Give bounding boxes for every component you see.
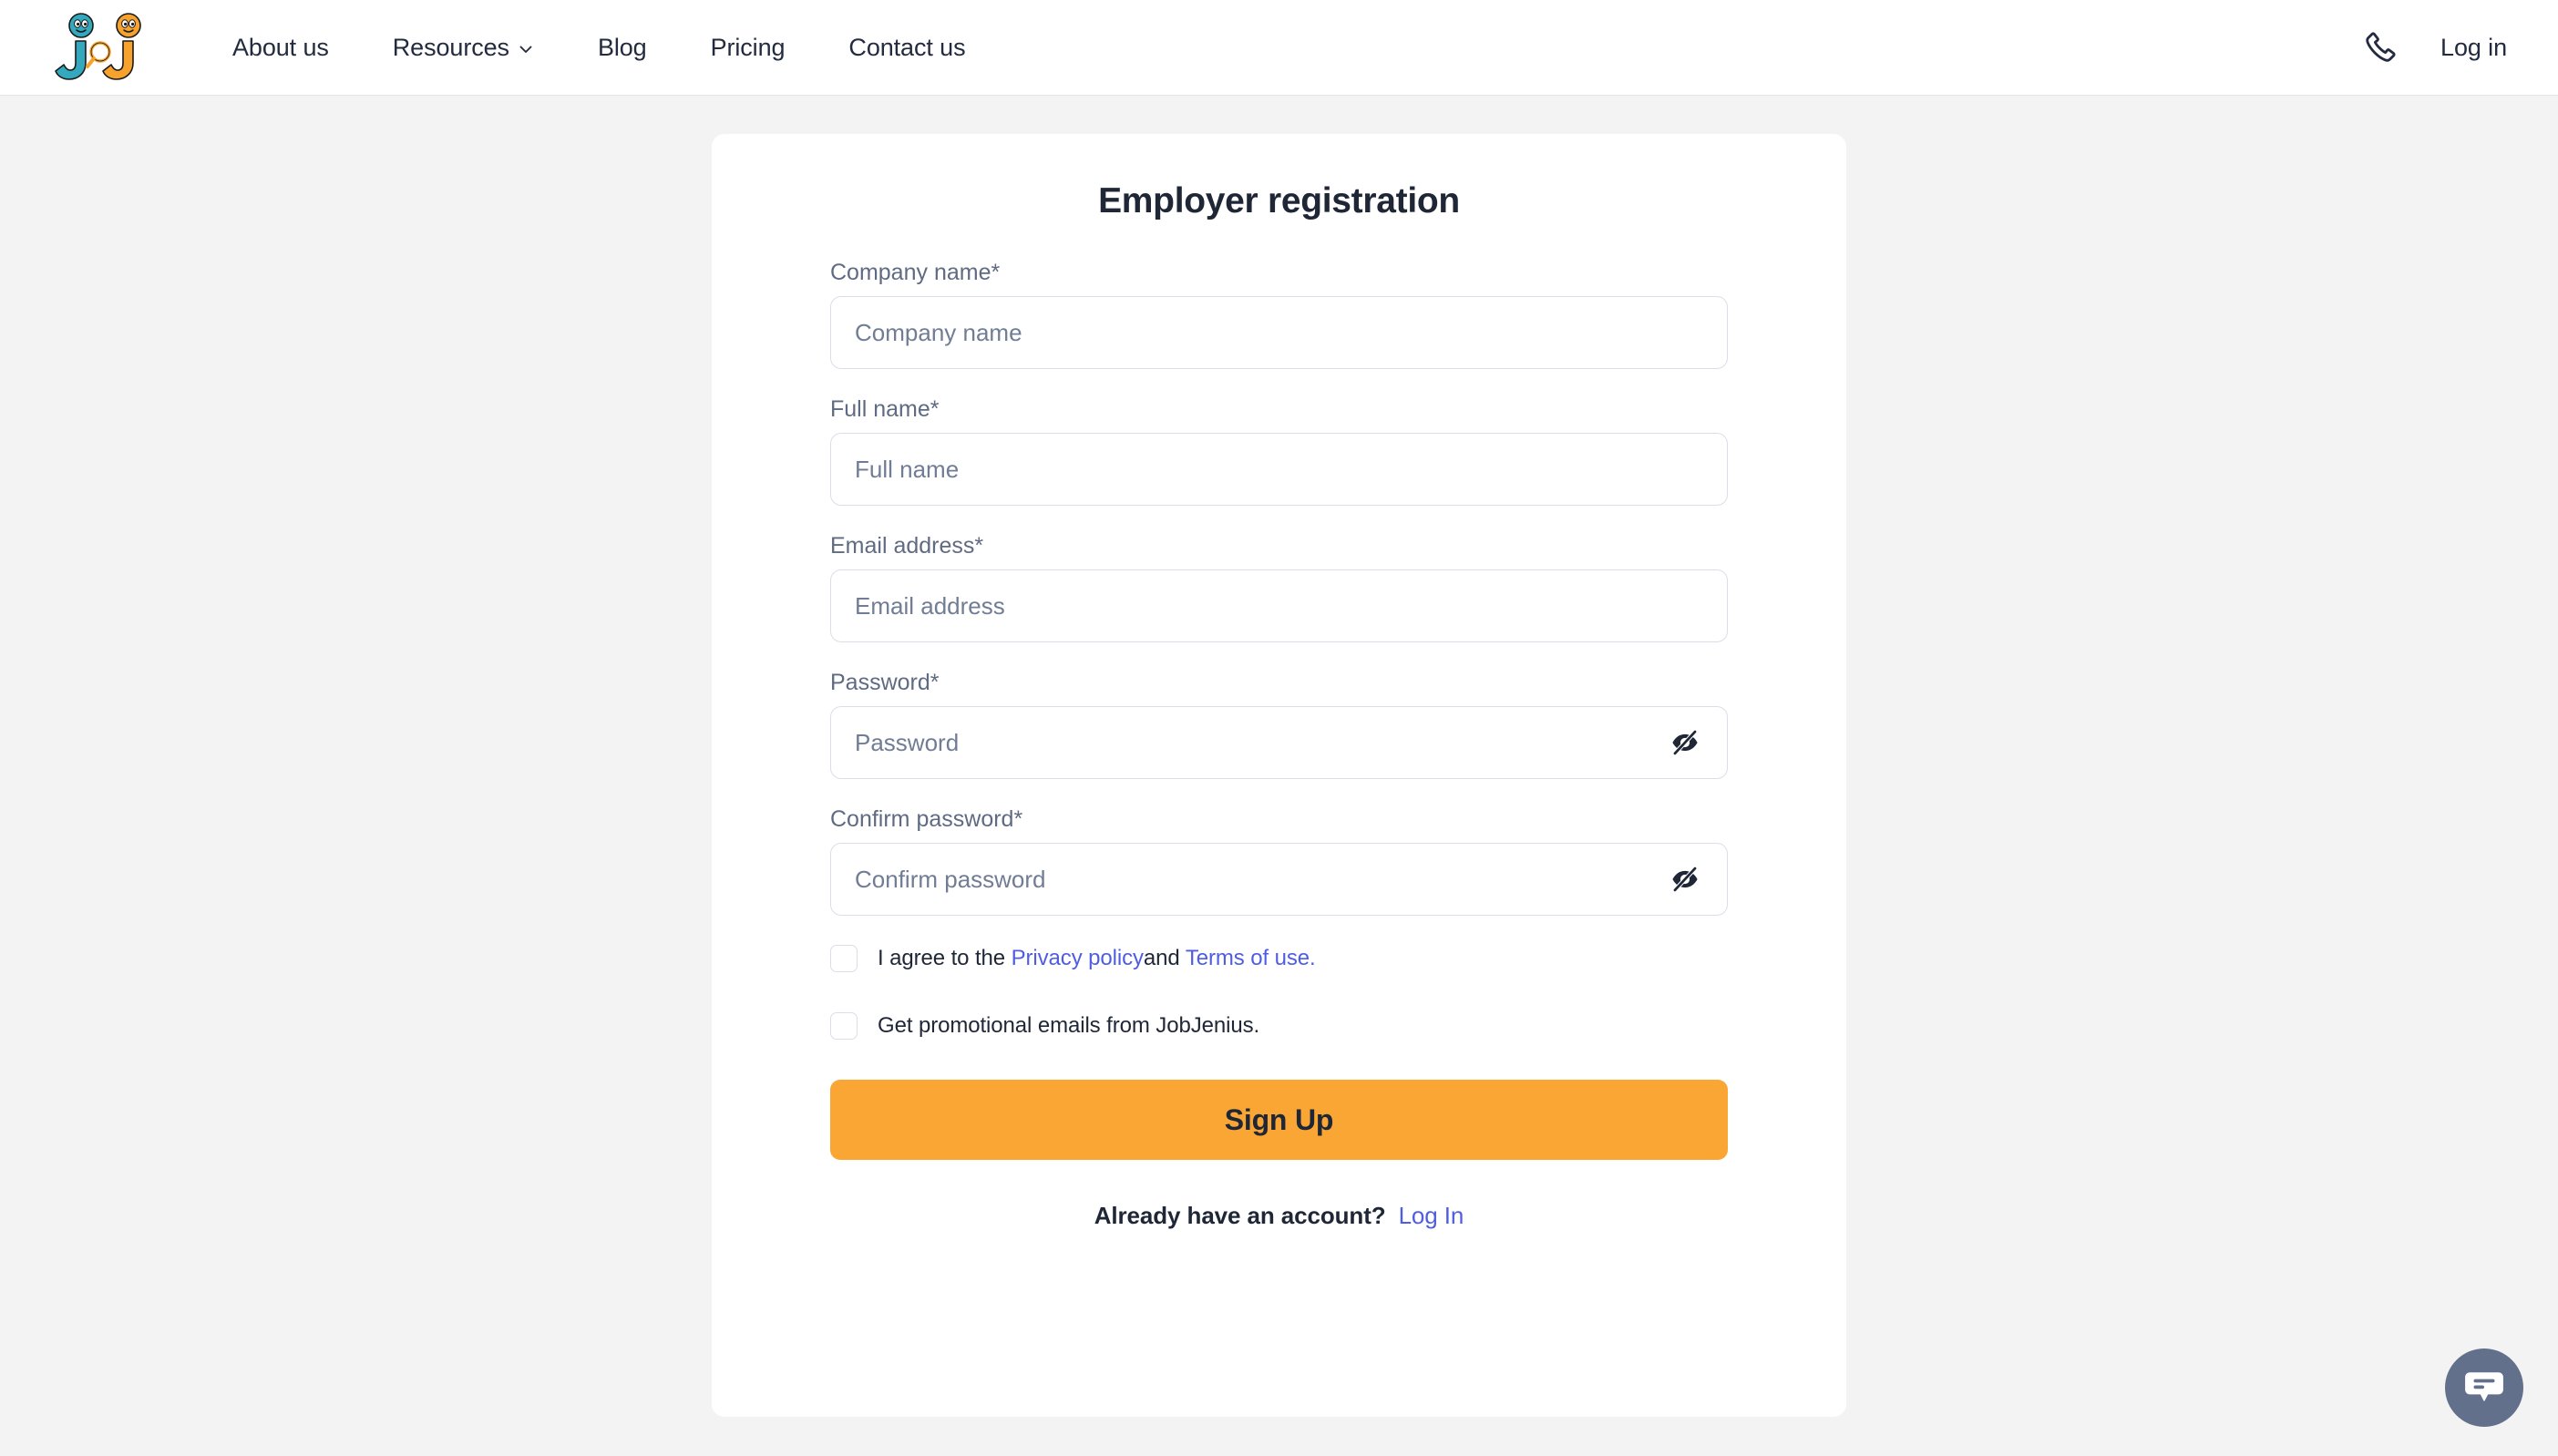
log-in-link[interactable]: Log In (1399, 1202, 1464, 1229)
page-title: Employer registration (1098, 181, 1460, 220)
terms-prefix: I agree to the (878, 946, 1012, 970)
field-company-name: Company name* (830, 261, 1728, 369)
registration-form: Company name* Full name* Email address* (712, 261, 1846, 1230)
terms-agreement-row: I agree to the Privacy policyand Terms o… (830, 945, 1728, 972)
input-wrap-email-address (830, 569, 1728, 642)
header-login-link[interactable]: Log in (2440, 34, 2507, 62)
field-full-name: Full name* (830, 398, 1728, 506)
main-nav: About us Resources Blog Pricing Contact … (200, 33, 998, 61)
nav-item-resources[interactable]: Resources (361, 33, 566, 61)
label-password: Password* (830, 670, 940, 695)
confirm-password-input[interactable] (830, 843, 1728, 916)
input-wrap-password (830, 706, 1728, 779)
site-header: About us Resources Blog Pricing Contact … (0, 0, 2558, 96)
promotional-emails-label: Get promotional emails from JobJenius. (878, 1013, 1260, 1038)
nav-label: Resources (392, 33, 509, 61)
nav-label: Pricing (710, 33, 786, 61)
input-wrap-company-name (830, 296, 1728, 369)
input-wrap-full-name (830, 433, 1728, 506)
header-actions: Log in (2362, 29, 2523, 66)
phone-icon[interactable] (2362, 29, 2399, 66)
nav-item-contact-us[interactable]: Contact us (817, 33, 997, 61)
terms-agreement-checkbox[interactable] (830, 945, 858, 972)
label-email-address: Email address* (830, 533, 984, 559)
toggle-confirm-password-visibility-eye-off-icon[interactable] (1669, 864, 1700, 895)
already-have-account-row: Already have an account? Log In (830, 1202, 1728, 1230)
chevron-down-icon (518, 41, 534, 57)
nav-label: About us (232, 33, 329, 61)
registration-card: Employer registration Company name* Full… (712, 134, 1846, 1417)
field-confirm-password: Confirm password* (830, 808, 1728, 916)
input-wrap-confirm-password (830, 843, 1728, 916)
nav-item-about-us[interactable]: About us (200, 33, 361, 61)
nav-item-pricing[interactable]: Pricing (679, 33, 817, 61)
nav-item-blog[interactable]: Blog (566, 33, 679, 61)
chat-bubble-icon (2463, 1369, 2505, 1407)
promotional-emails-row: Get promotional emails from JobJenius. (830, 1012, 1728, 1040)
company-name-input[interactable] (830, 296, 1728, 369)
nav-label: Contact us (848, 33, 966, 61)
chat-widget-button[interactable] (2445, 1348, 2523, 1427)
email-address-input[interactable] (830, 569, 1728, 642)
full-name-input[interactable] (830, 433, 1728, 506)
page-body: Employer registration Company name* Full… (0, 96, 2558, 1456)
toggle-password-visibility-eye-off-icon[interactable] (1669, 727, 1700, 758)
field-password: Password* (830, 672, 1728, 779)
label-confirm-password: Confirm password* (830, 806, 1023, 832)
already-have-account-text: Already have an account? (1094, 1202, 1386, 1229)
privacy-policy-link[interactable]: Privacy policy (1012, 946, 1144, 970)
sign-up-button[interactable]: Sign Up (830, 1080, 1728, 1160)
label-full-name: Full name* (830, 396, 940, 422)
label-company-name: Company name* (830, 260, 1001, 285)
terms-agreement-text: I agree to the Privacy policyand Terms o… (878, 948, 1316, 969)
terms-of-use-link[interactable]: Terms of use. (1186, 946, 1316, 970)
field-email-address: Email address* (830, 535, 1728, 642)
terms-middle: and (1143, 946, 1186, 970)
password-input[interactable] (830, 706, 1728, 779)
promotional-emails-checkbox[interactable] (830, 1012, 858, 1040)
nav-label: Blog (597, 33, 647, 61)
jobjenius-logo-icon[interactable] (53, 12, 148, 83)
